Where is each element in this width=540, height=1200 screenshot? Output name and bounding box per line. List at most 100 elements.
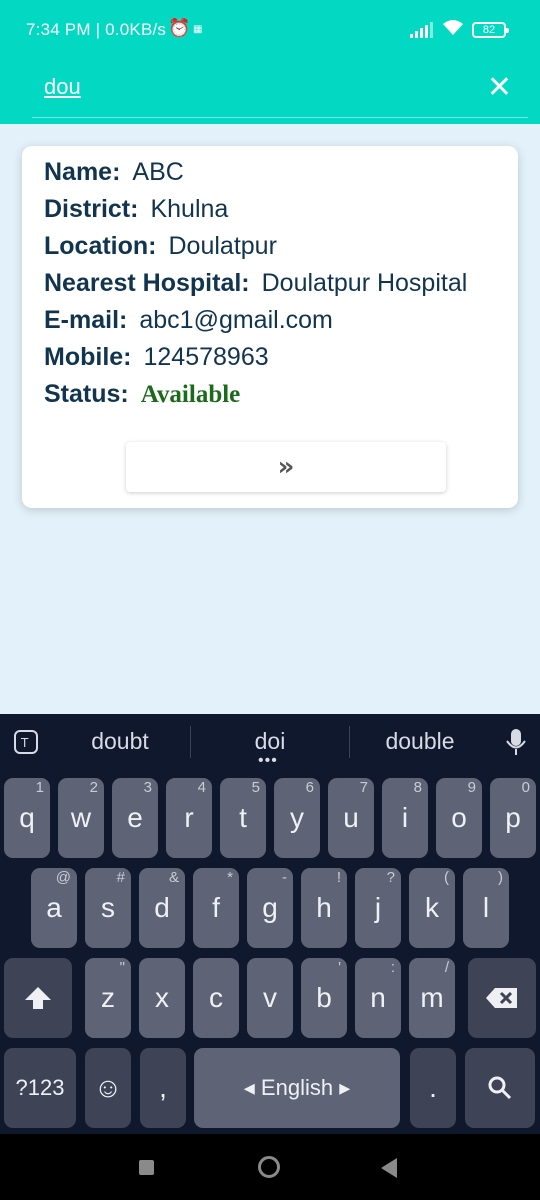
key-s[interactable]: s # bbox=[85, 868, 131, 948]
key-hint: 3 bbox=[143, 779, 152, 796]
info-value: Khulna bbox=[150, 195, 229, 223]
key-v[interactable]: v bbox=[247, 958, 293, 1038]
search-key[interactable] bbox=[465, 1048, 535, 1128]
key-hint: 6 bbox=[305, 779, 314, 796]
key-c[interactable]: c bbox=[193, 958, 239, 1038]
home-button[interactable] bbox=[258, 1156, 280, 1178]
key-label: s bbox=[101, 892, 115, 923]
emoji-key[interactable]: ☺ bbox=[85, 1048, 131, 1128]
battery-icon: 82 bbox=[472, 22, 509, 38]
key-hint: ) bbox=[498, 869, 503, 886]
microphone-icon[interactable] bbox=[505, 728, 527, 763]
key-label: w bbox=[70, 802, 92, 833]
key-hint: : bbox=[390, 959, 395, 976]
svg-text:T: T bbox=[20, 736, 29, 750]
key-label: b bbox=[316, 982, 332, 1013]
key-e[interactable]: e3 bbox=[112, 778, 158, 858]
key-label: m bbox=[420, 982, 444, 1013]
key-t[interactable]: t5 bbox=[220, 778, 266, 858]
status-time: 7:34 PM | 0.0KB/s bbox=[26, 20, 167, 39]
more-icon[interactable]: ••• bbox=[258, 752, 278, 770]
key-g[interactable]: g- bbox=[247, 868, 293, 948]
close-icon[interactable]: ✕ bbox=[487, 70, 512, 105]
key-x[interactable]: x bbox=[139, 958, 185, 1038]
key-label: d bbox=[154, 892, 170, 923]
key-l[interactable]: l) bbox=[463, 868, 509, 948]
app-bar: 7:34 PM | 0.0KB/s ⏰ ▦ 82 dou ✕ bbox=[0, 0, 540, 124]
info-label: Name: bbox=[44, 158, 121, 186]
info-row-district: District: Khulna bbox=[44, 195, 467, 232]
divider bbox=[190, 726, 191, 758]
key-o[interactable]: o9 bbox=[436, 778, 482, 858]
key-w[interactable]: w2 bbox=[58, 778, 104, 858]
info-row-mobile: Mobile: 124578963 bbox=[44, 343, 467, 380]
status-label: Status: bbox=[44, 380, 129, 408]
info-label: E-mail: bbox=[44, 306, 128, 334]
backspace-icon bbox=[486, 988, 517, 1008]
details-button[interactable]: » bbox=[126, 442, 446, 492]
key-hint: - bbox=[282, 869, 287, 886]
period-key[interactable]: . bbox=[410, 1048, 456, 1128]
search-field[interactable]: dou ✕ bbox=[32, 66, 528, 118]
key-label: o bbox=[451, 802, 467, 833]
key-label: u bbox=[343, 802, 359, 833]
key-y[interactable]: y6 bbox=[274, 778, 320, 858]
key-hint: 2 bbox=[89, 779, 98, 796]
backspace-key[interactable] bbox=[468, 958, 536, 1038]
info-value: abc1@gmail.com bbox=[139, 306, 333, 334]
double-chevron-right-icon: » bbox=[277, 452, 295, 482]
search-input[interactable]: dou bbox=[44, 74, 81, 100]
key-label: p bbox=[505, 802, 521, 833]
translate-icon[interactable]: T bbox=[12, 728, 40, 761]
key-j[interactable]: j? bbox=[355, 868, 401, 948]
key-label: h bbox=[316, 892, 332, 923]
key-hint: / bbox=[444, 959, 449, 976]
key-hint: " bbox=[119, 959, 125, 976]
key-n[interactable]: n: bbox=[355, 958, 401, 1038]
shift-key[interactable] bbox=[4, 958, 72, 1038]
suggestion-3[interactable]: double bbox=[360, 728, 480, 755]
key-label: i bbox=[401, 802, 409, 833]
result-card: Name: ABC District: Khulna Location: Doulat… bbox=[22, 146, 518, 508]
space-key[interactable]: ◂ English ▸ bbox=[194, 1048, 400, 1128]
suggestion-2[interactable]: doi bbox=[210, 728, 330, 755]
key-h[interactable]: h! bbox=[301, 868, 347, 948]
key-k[interactable]: k( bbox=[409, 868, 455, 948]
key-label: q bbox=[19, 802, 35, 833]
key-b[interactable]: b ' bbox=[301, 958, 347, 1038]
key-hint: # bbox=[116, 869, 125, 886]
symbols-key[interactable]: ?123 bbox=[4, 1048, 76, 1128]
info-label: District: bbox=[44, 195, 139, 223]
recents-button[interactable] bbox=[139, 1160, 154, 1175]
comma-key[interactable]: , bbox=[140, 1048, 186, 1128]
key-q[interactable]: q1 bbox=[4, 778, 50, 858]
emoji-icon: ☺ bbox=[93, 1072, 123, 1103]
key-hint: 1 bbox=[35, 779, 44, 796]
key-hint: 5 bbox=[251, 779, 260, 796]
key-label: t bbox=[239, 802, 247, 833]
key-hint: 0 bbox=[521, 779, 530, 796]
key-r[interactable]: r4 bbox=[166, 778, 212, 858]
suggestion-1[interactable]: doubt bbox=[60, 728, 180, 755]
key-u[interactable]: u7 bbox=[328, 778, 374, 858]
wifi-icon bbox=[442, 18, 464, 42]
info-row-hospital: Nearest Hospital: Doulatpur Hospital bbox=[44, 269, 467, 306]
key-label: k bbox=[425, 892, 439, 923]
shift-icon bbox=[25, 987, 51, 1009]
key-d[interactable]: d & bbox=[139, 868, 185, 948]
key-p[interactable]: p0 bbox=[490, 778, 536, 858]
key-hint: ? bbox=[386, 869, 395, 886]
keyboard-indicator-icon: ▦ bbox=[193, 24, 203, 35]
key-label: v bbox=[263, 982, 277, 1013]
search-icon bbox=[488, 1076, 512, 1100]
key-f[interactable]: f * bbox=[193, 868, 239, 948]
key-m[interactable]: m / bbox=[409, 958, 455, 1038]
info-value: ABC bbox=[132, 158, 184, 186]
alarm-icon: ⏰ bbox=[168, 18, 191, 38]
key-a[interactable]: a @ bbox=[31, 868, 77, 948]
key-hint: 9 bbox=[467, 779, 476, 796]
back-button[interactable] bbox=[381, 1158, 397, 1178]
key-z[interactable]: z " bbox=[85, 958, 131, 1038]
suggestion-bar: T doubt doi ••• double bbox=[0, 714, 540, 772]
key-i[interactable]: i8 bbox=[382, 778, 428, 858]
